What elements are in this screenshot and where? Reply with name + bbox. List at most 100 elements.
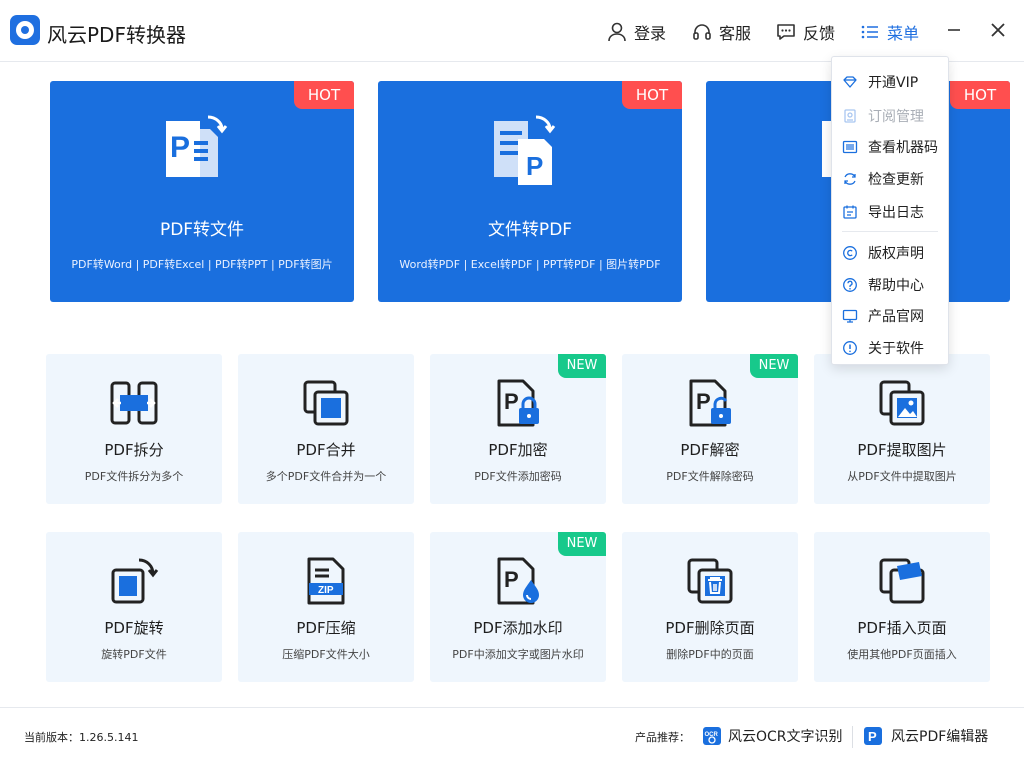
app-title: 风云PDF转换器 [47, 23, 186, 47]
menu-item-label: 导出日志 [868, 205, 924, 221]
tool-title: PDF添加水印 [473, 619, 563, 637]
footer-divider [852, 726, 853, 748]
menu-item-machine-code[interactable]: 查看机器码 [832, 132, 948, 162]
big-card-title: PDF转文件 [159, 220, 245, 240]
menu-item-vip[interactable]: 开通VIP [832, 67, 948, 97]
pdf-editor-app-label: 风云PDF编辑器 [891, 729, 989, 745]
delete-page-icon [687, 558, 733, 604]
login-button[interactable]: 登录 [606, 19, 666, 45]
minimize-icon[interactable] [942, 18, 966, 42]
monitor-icon [842, 309, 858, 323]
menu-item-label: 产品官网 [868, 309, 924, 325]
pdf-encrypt-card[interactable]: NEW P PDF加密 PDF文件添加密码 [430, 354, 606, 504]
tool-description: 使用其他PDF页面插入 [847, 648, 957, 661]
pdf-rotate-card[interactable]: PDF旋转 旋转PDF文件 [46, 532, 222, 682]
menu-item-label: 查看机器码 [868, 140, 938, 156]
footer: 当前版本：1.26.5.141 产品推荐： OCR 风云OCR文字识别 P 风云… [0, 707, 1024, 762]
tool-title: PDF加密 [488, 441, 548, 459]
headset-icon [693, 24, 711, 40]
ocr-app-link[interactable]: OCR 风云OCR文字识别 [702, 723, 843, 749]
tool-title: PDF合并 [296, 441, 356, 459]
pdf-split-card[interactable]: PDF拆分 PDF文件拆分为多个 [46, 354, 222, 504]
merge-icon [303, 380, 349, 426]
subscription-icon [844, 109, 856, 123]
login-label: 登录 [634, 24, 667, 43]
svg-text:ZIP: ZIP [318, 585, 334, 596]
big-card-subtitle: PDF转Word | PDF转Excel | PDF转PPT | PDF转图片 [71, 258, 333, 271]
tool-title: PDF压缩 [296, 619, 356, 637]
menu-item-about[interactable]: 关于软件 [832, 333, 948, 363]
title-bar: 风云PDF转换器 登录 客服 反馈 菜单 [0, 0, 1024, 62]
ocr-app-label: 风云OCR文字识别 [728, 729, 843, 745]
ocr-logo-icon: OCR [703, 727, 721, 745]
pdf-merge-card[interactable]: PDF合并 多个PDF文件合并为一个 [238, 354, 414, 504]
service-label: 客服 [719, 24, 752, 43]
tool-description: 删除PDF中的页面 [666, 648, 754, 661]
barcode-icon [842, 140, 858, 154]
tool-title: PDF提取图片 [857, 441, 947, 459]
svg-text:P: P [526, 151, 543, 181]
file-to-pdf-card[interactable]: HOT P 文件转PDF Word转PDF | Excel转PDF | PPT转… [378, 81, 682, 302]
insert-page-icon [879, 558, 925, 604]
close-icon[interactable] [986, 18, 1010, 42]
pdf-compress-card[interactable]: ZIP PDF压缩 压缩PDF文件大小 [238, 532, 414, 682]
tool-description: PDF文件解除密码 [666, 470, 754, 483]
tool-description: 旋转PDF文件 [101, 648, 167, 661]
pdf-decrypt-card[interactable]: NEW P PDF解密 PDF文件解除密码 [622, 354, 798, 504]
svg-text:P: P [696, 389, 711, 414]
tool-description: PDF文件拆分为多个 [84, 470, 184, 483]
pdf-delete-page-card[interactable]: PDF删除页面 删除PDF中的页面 [622, 532, 798, 682]
menu-item-subscription[interactable]: 订阅管理 [832, 101, 948, 131]
tool-description: PDF文件添加密码 [474, 470, 562, 483]
hot-badge: HOT [294, 81, 354, 109]
pdf-lock-icon: P [497, 379, 539, 427]
info-icon [843, 341, 857, 355]
chat-icon [777, 24, 795, 40]
menu-item-copyright[interactable]: 版权声明 [832, 238, 948, 268]
image-extract-icon [879, 380, 925, 426]
hot-badge: HOT [950, 81, 1010, 109]
diamond-icon [843, 76, 857, 88]
menu-button[interactable]: 菜单 [859, 19, 919, 45]
help-icon [843, 278, 857, 292]
tool-title: PDF删除页面 [665, 619, 755, 637]
app-logo-icon [10, 15, 40, 45]
menu-item-website[interactable]: 产品官网 [832, 301, 948, 331]
new-badge: NEW [750, 354, 798, 378]
feedback-label: 反馈 [803, 24, 836, 43]
user-icon [608, 22, 626, 42]
svg-text:P: P [868, 729, 877, 744]
menu-item-label: 帮助中心 [868, 278, 924, 294]
pdf-to-file-icon: P [166, 115, 228, 177]
tool-description: 从PDF文件中提取图片 [847, 470, 957, 483]
new-badge: NEW [558, 354, 606, 378]
tool-description: PDF中添加文字或图片水印 [452, 648, 584, 661]
refresh-icon [844, 173, 856, 185]
copyright-icon [843, 246, 857, 260]
zip-icon: ZIP [307, 557, 345, 605]
rotate-icon [111, 558, 159, 604]
menu-item-label: 开通VIP [868, 75, 919, 91]
pdf-watermark-card[interactable]: NEW P PDF添加水印 PDF中添加文字或图片水印 [430, 532, 606, 682]
svg-text:P: P [504, 567, 519, 592]
menu-item-label: 订阅管理 [868, 109, 924, 125]
menu-item-export-log[interactable]: 导出日志 [832, 197, 948, 227]
tool-title: PDF拆分 [104, 441, 164, 459]
log-icon [843, 205, 857, 219]
new-badge: NEW [558, 532, 606, 556]
menu-item-check-update[interactable]: 检查更新 [832, 164, 948, 194]
customer-service-button[interactable]: 客服 [691, 19, 751, 45]
pdf-editor-app-link[interactable]: P 风云PDF编辑器 [863, 723, 988, 749]
pdf-to-file-card[interactable]: HOT P PDF转文件 PDF转Word | PDF转Excel | PDF转… [50, 81, 354, 302]
feedback-button[interactable]: 反馈 [775, 19, 835, 45]
menu-item-help[interactable]: 帮助中心 [832, 270, 948, 300]
version-label: 当前版本：1.26.5.141 [24, 731, 139, 744]
watermark-icon: P [497, 557, 539, 605]
tool-description: 多个PDF文件合并为一个 [265, 470, 387, 483]
menu-item-label: 检查更新 [868, 172, 924, 188]
pdf-extract-image-card[interactable]: PDF提取图片 从PDF文件中提取图片 [814, 354, 990, 504]
tool-title: PDF解密 [680, 441, 740, 459]
list-menu-icon [861, 25, 878, 39]
pdf-insert-page-card[interactable]: PDF插入页面 使用其他PDF页面插入 [814, 532, 990, 682]
pdf-unlock-icon: P [689, 379, 731, 427]
